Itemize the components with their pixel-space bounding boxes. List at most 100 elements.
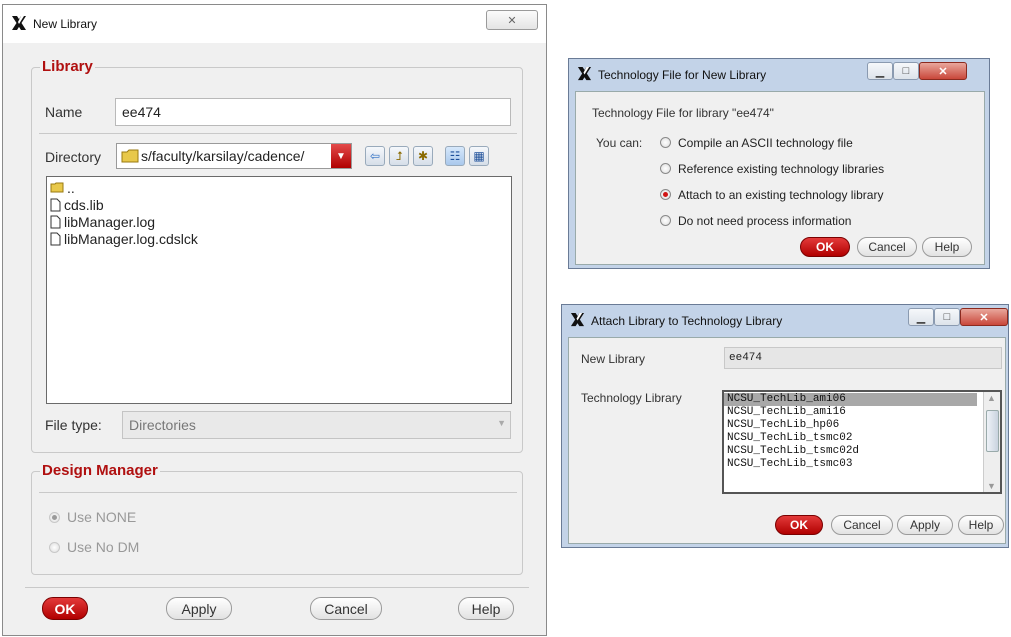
list-item[interactable]: .. [50, 179, 508, 196]
directory-toolbar: ⇦ ⮥ ✱ ☷ ▦ [365, 146, 511, 166]
attach-library-dialog: Attach Library to Technology Library ▁ □… [561, 304, 1009, 548]
cancel-button[interactable]: Cancel [857, 237, 917, 257]
list-item[interactable]: NCSU_TechLib_tsmc02 [724, 432, 1000, 445]
cancel-button[interactable]: Cancel [310, 597, 382, 620]
help-button[interactable]: Help [922, 237, 972, 257]
help-button[interactable]: Help [458, 597, 514, 620]
folder-icon [50, 182, 64, 193]
back-button[interactable]: ⇦ [365, 146, 385, 166]
new-folder-icon: ✱ [417, 149, 429, 163]
x11-logo-icon [570, 312, 585, 330]
close-button[interactable]: ✕ [486, 10, 538, 30]
file-type-value: Directories [129, 417, 196, 433]
maximize-icon: □ [943, 311, 951, 323]
list-item[interactable]: NCSU_TechLib_hp06 [724, 419, 1000, 432]
file-list[interactable]: .. cds.lib libManager.log libManager.log… [46, 176, 512, 404]
minimize-button[interactable]: ▁ [908, 308, 934, 326]
divider [39, 133, 517, 134]
detail-view-button[interactable]: ▦ [469, 146, 489, 166]
list-item[interactable]: cds.lib [50, 196, 508, 213]
window-title: Technology File for New Library [598, 68, 767, 82]
option-attach[interactable]: Attach to an existing technology library [660, 188, 883, 202]
list-item[interactable]: libManager.log [50, 213, 508, 230]
close-button[interactable]: ✕ [919, 62, 967, 80]
new-library-dialog: New Library ✕ Library Name ee474 Directo… [2, 4, 547, 636]
dialog-body: New Library ee474 Technology Library NCS… [568, 337, 1006, 544]
dm-option-label: Use No DM [67, 539, 140, 555]
dropdown-arrow-icon[interactable]: ▼ [331, 144, 351, 168]
tech-library-list[interactable]: NCSU_TechLib_ami06 NCSU_TechLib_ami16 NC… [722, 390, 1002, 494]
list-view-button[interactable]: ☷ [445, 146, 465, 166]
scroll-up-icon[interactable]: ▲ [987, 393, 996, 403]
maximize-button[interactable]: □ [934, 308, 960, 326]
radio-button[interactable] [660, 215, 671, 226]
title-bar[interactable]: Attach Library to Technology Library ▁ □… [562, 305, 1008, 337]
ok-button[interactable]: OK [775, 515, 823, 535]
option-reference[interactable]: Reference existing technology libraries [660, 162, 884, 176]
scrollbar-thumb[interactable] [986, 410, 999, 452]
dm-option-label: Use NONE [67, 509, 137, 525]
library-group-title: Library [40, 58, 95, 75]
close-icon: ✕ [938, 65, 948, 78]
radio-button[interactable] [660, 137, 671, 148]
title-bar[interactable]: Technology File for New Library ▁ □ ✕ [569, 59, 989, 91]
technology-file-dialog: Technology File for New Library ▁ □ ✕ Te… [568, 58, 990, 269]
ok-button[interactable]: OK [42, 597, 88, 620]
you-can-label: You can: [596, 136, 643, 150]
scroll-down-icon[interactable]: ▼ [987, 481, 996, 491]
file-icon [50, 215, 61, 229]
option-label: Attach to an existing technology library [678, 188, 884, 202]
tech-file-header: Technology File for library "ee474" [592, 106, 774, 120]
folder-icon [121, 149, 139, 163]
option-compile[interactable]: Compile an ASCII technology file [660, 136, 853, 150]
minimize-icon: ▁ [916, 311, 926, 324]
divider [39, 492, 517, 493]
radio-button[interactable] [49, 512, 60, 523]
close-icon: ✕ [979, 311, 989, 324]
file-icon [50, 232, 61, 246]
help-button[interactable]: Help [958, 515, 1004, 535]
file-type-label: File type: [45, 417, 102, 433]
dm-option-no-dm[interactable]: Use No DM [49, 539, 139, 555]
list-item[interactable]: NCSU_TechLib_ami06 [724, 393, 977, 406]
minimize-button[interactable]: ▁ [867, 62, 893, 80]
x11-logo-icon [11, 15, 27, 34]
up-folder-icon: ⮥ [395, 148, 403, 163]
file-icon [50, 198, 61, 212]
cancel-button[interactable]: Cancel [831, 515, 893, 535]
list-item-label: cds.lib [64, 196, 104, 213]
ok-button[interactable]: OK [800, 237, 850, 257]
new-library-label: New Library [581, 352, 646, 366]
back-arrow-icon: ⇦ [369, 149, 381, 163]
radio-button[interactable] [660, 189, 671, 200]
divider [25, 587, 529, 588]
list-item[interactable]: libManager.log.cdslck [50, 230, 508, 247]
new-library-field: ee474 [724, 347, 1002, 369]
dm-option-none[interactable]: Use NONE [49, 509, 136, 525]
option-label: Reference existing technology libraries [678, 162, 885, 176]
maximize-button[interactable]: □ [893, 62, 919, 80]
list-item[interactable]: NCSU_TechLib_tsmc02d [724, 445, 1000, 458]
tech-library-label: Technology Library [581, 391, 682, 405]
name-input[interactable]: ee474 [115, 98, 511, 126]
minimize-icon: ▁ [875, 65, 885, 78]
list-item-label: libManager.log [64, 213, 156, 230]
title-bar[interactable]: New Library ✕ [3, 5, 546, 43]
file-type-combo[interactable]: Directories ▼ [122, 411, 511, 439]
list-item[interactable]: NCSU_TechLib_tsmc03 [724, 458, 1000, 471]
radio-button[interactable] [49, 542, 60, 553]
apply-button[interactable]: Apply [897, 515, 953, 535]
option-label: Do not need process information [678, 214, 852, 228]
scrollbar[interactable]: ▲ ▼ [983, 392, 1000, 492]
detail-view-icon: ▦ [473, 149, 485, 163]
chevron-down-icon: ▼ [497, 418, 506, 428]
radio-button[interactable] [660, 163, 671, 174]
list-item[interactable]: NCSU_TechLib_ami16 [724, 406, 1000, 419]
new-folder-button[interactable]: ✱ [413, 146, 433, 166]
close-button[interactable]: ✕ [960, 308, 1008, 326]
option-no-process[interactable]: Do not need process information [660, 214, 851, 228]
maximize-icon: □ [902, 65, 910, 77]
directory-combo[interactable]: s/faculty/karsilay/cadence/ ▼ [116, 143, 352, 169]
apply-button[interactable]: Apply [166, 597, 232, 620]
up-folder-button[interactable]: ⮥ [389, 146, 409, 166]
